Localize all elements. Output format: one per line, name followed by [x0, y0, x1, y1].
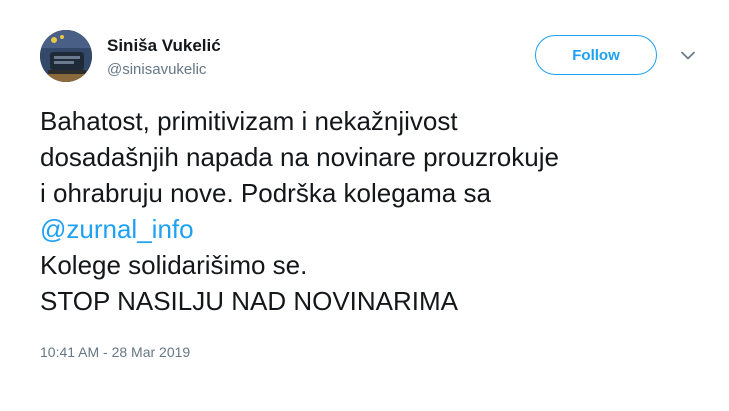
avatar-image: [40, 30, 92, 82]
tweet-text: Bahatost, primitivizam i nekažnjivost do…: [40, 103, 700, 319]
follow-button[interactable]: Follow: [535, 35, 657, 75]
tweet-text-line: STOP NASILJU NAD NOVINARIMA: [40, 286, 459, 316]
tweet-text-line: i ohrabruju nove. Podrška kolegama sa: [40, 178, 491, 208]
tweet-text-line: dosadašnjih napada na novinare prouzroku…: [40, 142, 559, 172]
tweet-text-line: Kolege solidarišimo se.: [40, 250, 308, 280]
author-handle[interactable]: @sinisavukelic: [107, 61, 206, 78]
tweet-text-line: Bahatost, primitivizam i nekažnjivost: [40, 106, 458, 136]
author-name[interactable]: Siniša Vukelić: [107, 36, 221, 56]
avatar[interactable]: [40, 30, 92, 82]
tweet-mention-line: @zurnal_info: [40, 211, 700, 247]
mention-link[interactable]: @zurnal_info: [40, 214, 194, 244]
tweet-card: Siniša Vukelić @sinisavukelic Follow Bah…: [0, 0, 729, 411]
tweet-timestamp[interactable]: 10:41 AM - 28 Mar 2019: [40, 344, 190, 360]
chevron-down-icon[interactable]: [678, 47, 698, 63]
